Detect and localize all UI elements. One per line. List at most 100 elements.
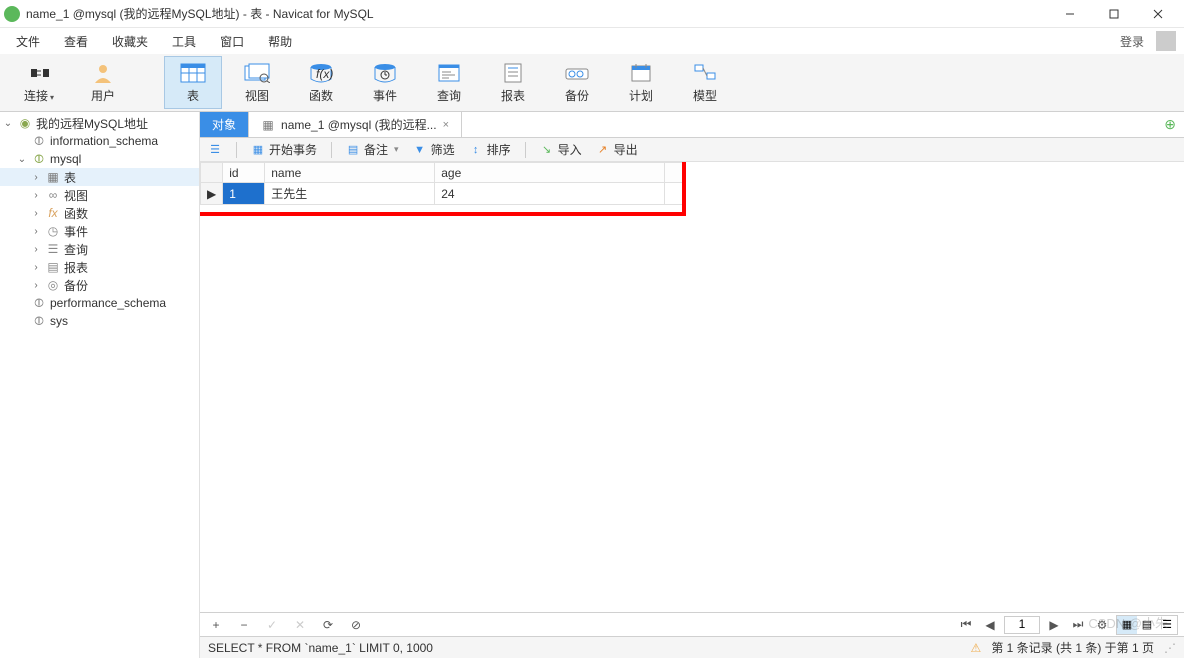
grid-view-button[interactable]: ▦: [1117, 616, 1137, 634]
tab-name1[interactable]: ▦ name_1 @mysql (我的远程... ×: [249, 112, 462, 137]
tool-backup-label: 备份: [565, 87, 589, 104]
page-number[interactable]: 1: [1004, 616, 1040, 634]
tool-filter[interactable]: ▼筛选: [413, 141, 455, 158]
tool-view[interactable]: 视图: [228, 56, 286, 109]
minimize-button[interactable]: [1048, 0, 1092, 28]
tree-events[interactable]: ›◷事件: [0, 222, 199, 240]
login-link[interactable]: 登录: [1112, 29, 1152, 54]
resize-grip-icon[interactable]: ⋰: [1164, 641, 1176, 655]
expand-icon[interactable]: ›: [30, 262, 42, 273]
tool-connect[interactable]: 连接▾: [10, 56, 68, 109]
col-age[interactable]: age: [435, 163, 665, 183]
grid-footer: + − ✓ ✕ ⟳ ⊘ ⏮ ◀ 1 ▶ ⏭ ⚙ ▦ ▤ ☰: [200, 612, 1184, 636]
warning-icon[interactable]: ⚠: [971, 641, 982, 655]
tool-query[interactable]: 查询: [420, 56, 478, 109]
tree-db-performance-schema[interactable]: ⦷performance_schema: [0, 294, 199, 312]
stop-button[interactable]: ⊘: [346, 616, 366, 634]
tree-functions-label: 函数: [64, 205, 88, 222]
tool-export[interactable]: ↗导出: [596, 141, 638, 158]
expand-icon[interactable]: ⌄: [2, 118, 14, 129]
menu-tools[interactable]: 工具: [160, 29, 208, 54]
text-view-button[interactable]: ☰: [1157, 616, 1177, 634]
cancel-button[interactable]: ✕: [290, 616, 310, 634]
tree-views[interactable]: ›∞视图: [0, 186, 199, 204]
menu-view[interactable]: 查看: [52, 29, 100, 54]
tool-function[interactable]: f(x) 函数: [292, 56, 350, 109]
refresh-button[interactable]: ⟳: [318, 616, 338, 634]
col-name[interactable]: name: [265, 163, 435, 183]
tree-db-information-schema[interactable]: ⦷ information_schema: [0, 132, 199, 150]
tree-reports[interactable]: ›▤报表: [0, 258, 199, 276]
last-page-button[interactable]: ⏭: [1068, 616, 1088, 634]
tree-db-label: information_schema: [50, 134, 158, 148]
status-bar: SELECT * FROM `name_1` LIMIT 0, 1000 ⚠ 第…: [200, 636, 1184, 658]
query-icon: [435, 61, 463, 85]
view-icon: [243, 61, 271, 85]
tree-queries[interactable]: ›☰查询: [0, 240, 199, 258]
delete-row-button[interactable]: −: [234, 616, 254, 634]
tool-sort[interactable]: ↕排序: [469, 141, 511, 158]
data-grid[interactable]: id name age ▶ 1 王先生 24: [200, 162, 685, 205]
tool-report[interactable]: 报表: [484, 56, 542, 109]
menu-favorites[interactable]: 收藏夹: [100, 29, 160, 54]
tree-functions[interactable]: ›fx函数: [0, 204, 199, 222]
col-id[interactable]: id: [223, 163, 265, 183]
cell-id[interactable]: 1: [223, 183, 265, 205]
first-page-button[interactable]: ⏮: [956, 616, 976, 634]
export-label: 导出: [614, 141, 638, 158]
tool-model-label: 模型: [693, 87, 717, 104]
menu-help[interactable]: 帮助: [256, 29, 304, 54]
avatar-icon[interactable]: [1156, 31, 1176, 51]
close-tab-icon[interactable]: ×: [443, 119, 449, 131]
database-icon: ⦷: [32, 134, 46, 148]
tool-table[interactable]: 表: [164, 56, 222, 109]
form-view-button[interactable]: ▤: [1137, 616, 1157, 634]
expand-icon[interactable]: ›: [30, 172, 42, 183]
apply-button[interactable]: ✓: [262, 616, 282, 634]
tool-menu[interactable]: ☰: [208, 143, 222, 157]
sort-label: 排序: [487, 141, 511, 158]
tree-reports-label: 报表: [64, 259, 88, 276]
tool-user[interactable]: 用户: [74, 56, 132, 109]
expand-icon[interactable]: ⌄: [16, 154, 28, 165]
tree-db-mysql[interactable]: ⌄⦷mysql: [0, 150, 199, 168]
tool-event[interactable]: 事件: [356, 56, 414, 109]
expand-icon[interactable]: ›: [30, 190, 42, 201]
svg-text:f(x): f(x): [316, 67, 333, 81]
tree-connection[interactable]: ⌄◉我的远程MySQL地址: [0, 114, 199, 132]
table-icon: ▦: [261, 118, 275, 132]
tool-backup[interactable]: 备份: [548, 56, 606, 109]
page-settings-button[interactable]: ⚙: [1092, 616, 1112, 634]
tab-strip: 对象 ▦ name_1 @mysql (我的远程... × ⊕: [200, 112, 1184, 138]
maximize-button[interactable]: [1092, 0, 1136, 28]
tool-function-label: 函数: [309, 87, 333, 104]
tree-backups[interactable]: ›◎备份: [0, 276, 199, 294]
cell-name[interactable]: 王先生: [265, 183, 435, 205]
tree-backups-label: 备份: [64, 277, 88, 294]
add-tab-icon[interactable]: ⊕: [1164, 116, 1176, 133]
expand-icon[interactable]: ›: [30, 226, 42, 237]
header-row: id name age: [201, 163, 685, 183]
cell-age[interactable]: 24: [435, 183, 665, 205]
add-row-button[interactable]: +: [206, 616, 226, 634]
expand-icon[interactable]: ›: [30, 208, 42, 219]
tool-begin-transaction[interactable]: ▦开始事务: [251, 141, 317, 158]
tool-import[interactable]: ↘导入: [540, 141, 582, 158]
close-button[interactable]: [1136, 0, 1180, 28]
tool-model[interactable]: 模型: [676, 56, 734, 109]
tree-db-sys[interactable]: ⦷sys: [0, 312, 199, 330]
expand-icon[interactable]: ›: [30, 244, 42, 255]
menu-file[interactable]: 文件: [4, 29, 52, 54]
tree-tables[interactable]: ›▦表: [0, 168, 199, 186]
main-layout: ⌄◉我的远程MySQL地址 ⦷ information_schema ⌄⦷mysq…: [0, 112, 1184, 658]
report-icon: [499, 61, 527, 85]
menu-window[interactable]: 窗口: [208, 29, 256, 54]
tab-objects[interactable]: 对象: [200, 112, 249, 137]
expand-icon[interactable]: ›: [30, 280, 42, 291]
table-row[interactable]: ▶ 1 王先生 24: [201, 183, 685, 205]
prev-page-button[interactable]: ◀: [980, 616, 1000, 634]
tool-memo[interactable]: ▤备注▾: [346, 141, 399, 158]
tool-connect-label: 连接: [24, 89, 48, 103]
next-page-button[interactable]: ▶: [1044, 616, 1064, 634]
tool-schedule[interactable]: 计划: [612, 56, 670, 109]
